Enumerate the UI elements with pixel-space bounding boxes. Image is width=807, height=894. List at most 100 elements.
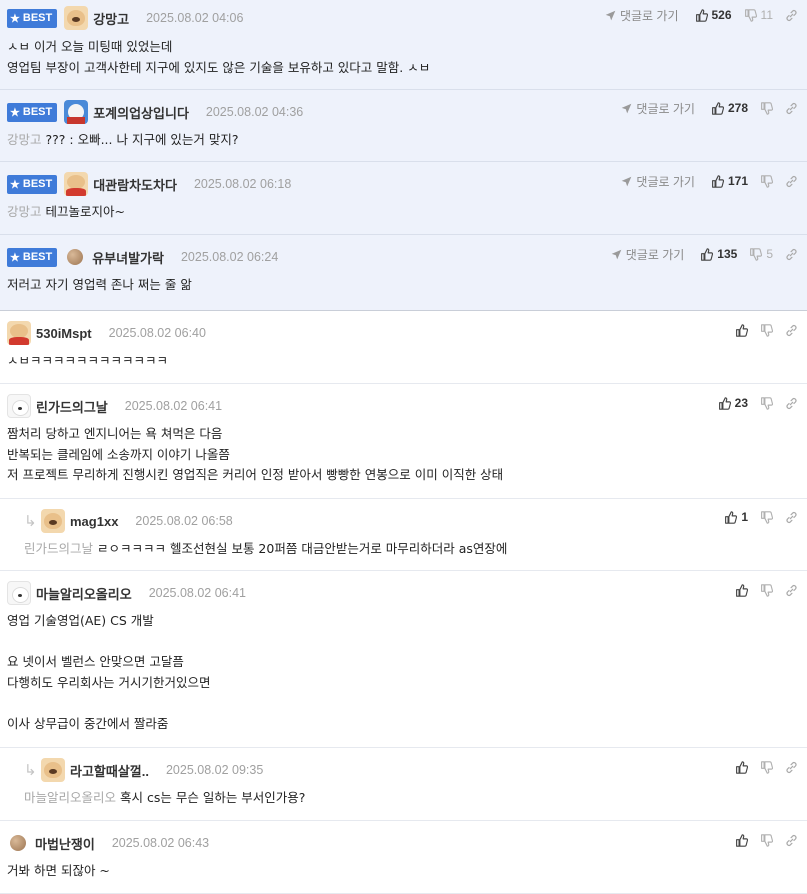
share-link-button[interactable] [785,324,798,337]
avatar[interactable] [7,581,31,605]
mention[interactable]: 강망고 [7,132,42,147]
username[interactable]: 마늘알리오올리오 [36,584,132,603]
share-link-button[interactable] [785,9,798,22]
comment-item: ★ BEST 포계의업상입니다 2025.08.02 04:36 댓글로 가기 2… [0,90,807,162]
upvote-button[interactable]: 526 [695,8,732,22]
comment-body: 린가드의그날 ㄹㅇㅋㅋㅋㅋ 헬조선현실 보통 20퍼쯤 대금안받는거로 마무리하더… [24,539,507,560]
downvote-button[interactable] [760,174,773,188]
comment-line: ㅅㅂ 이거 오늘 미팅때 있었는데 [7,39,173,54]
avatar[interactable] [10,835,26,851]
comment-date: 2025.08.02 04:06 [146,11,244,25]
mention[interactable]: 린가드의그날 [24,541,93,556]
upvote-button[interactable]: 171 [711,174,748,188]
avatar[interactable] [64,6,89,30]
upvote-button[interactable] [735,760,748,774]
go-to-reply-button[interactable]: 댓글로 가기 [611,246,684,263]
share-link-button[interactable] [785,102,798,115]
share-link-button[interactable] [785,834,798,847]
comment-actions: 댓글로 가기 278 [621,98,798,118]
username[interactable]: 마법난쟁이 [35,834,95,853]
upvote-count: 23 [734,396,748,410]
comment-item: 마법난쟁이 2025.08.02 06:43 거봐 하면 되잖아 ~ [0,821,807,894]
username[interactable]: mag1xx [70,514,118,529]
comment-line: 영업팀 부장이 고객사한테 지구에 있지도 않은 기술을 보유하고 있다고 말함… [7,59,431,75]
comment-meta: ↳ 라고할때살껄.. 2025.08.02 09:35 [24,758,264,782]
comment-text: ??? : 오빠... 나 지구에 있는거 맞지? [45,132,239,147]
go-to-reply-button[interactable]: 댓글로 가기 [621,100,695,117]
username[interactable]: 라고할때살껄.. [70,761,149,780]
downvote-button[interactable]: 5 [749,247,773,261]
star-icon: ★ [10,251,20,264]
share-link-button[interactable] [785,175,798,188]
upvote-count: 278 [727,101,748,115]
username[interactable]: 린가드의그날 [36,397,108,416]
username[interactable]: 강망고 [93,9,129,28]
link-icon [786,584,797,596]
upvote-button[interactable]: 278 [711,101,748,115]
upvote-count: 171 [727,174,748,188]
upvote-button[interactable] [735,833,748,847]
link-icon [786,248,797,260]
reply-item: ↳ 라고할때살껄.. 2025.08.02 09:35 마늘알리오올리오 혹시 c… [0,748,807,821]
downvote-button[interactable]: 11 [744,8,773,22]
send-arrow-icon [622,103,632,113]
comment-date: 2025.08.02 04:36 [205,105,304,119]
downvote-button[interactable] [760,510,773,524]
thumbs-down-icon [761,583,773,597]
comment-item: ★ BEST 유부녀발가락 2025.08.02 06:24 댓글로 가기 135… [0,235,807,311]
upvote-button[interactable] [735,583,748,597]
share-link-button[interactable] [785,761,798,774]
comment-date: 2025.08.02 09:35 [165,763,264,777]
comment-actions: 23 [706,393,798,413]
avatar[interactable] [41,509,65,533]
downvote-button[interactable] [760,101,773,115]
downvote-button[interactable] [760,396,773,410]
link-icon [786,397,797,409]
downvote-button[interactable] [760,760,773,774]
comment-actions [723,580,798,600]
downvote-button[interactable] [760,833,773,847]
go-to-reply-label: 댓글로 가기 [636,101,695,116]
downvote-button[interactable] [760,583,773,597]
comment-actions [723,320,798,340]
comment-meta: ★ BEST 대관람차도차다 2025.08.02 06:18 [7,172,291,196]
mention[interactable]: 마늘알리오올리오 [24,790,116,805]
thumbs-down-icon [744,8,757,22]
avatar[interactable] [64,100,89,124]
share-link-button[interactable] [785,397,798,410]
comment-body: 짬처리 당하고 엔지니어는 욕 쳐먹은 다음 반복되는 클레임에 소송까지 이야기… [7,424,503,486]
thumbs-down-icon [761,101,773,115]
best-label: BEST [22,178,53,190]
upvote-button[interactable]: 135 [700,247,737,261]
username[interactable]: 530iMspt [36,326,92,341]
upvote-button[interactable]: 23 [718,396,748,410]
go-to-reply-button[interactable]: 댓글로 가기 [605,7,679,24]
share-link-button[interactable] [785,584,798,597]
username[interactable]: 대관람차도차다 [93,175,177,194]
upvote-button[interactable] [735,323,748,337]
avatar[interactable] [7,321,31,345]
comment-line: 반복되는 클레임에 소송까지 이야기 나올쯤 [7,446,230,462]
comment-actions: 1 [712,507,798,527]
comment-line: 저 프로젝트 무리하게 진행시킨 영업직은 커리어 인정 받아서 빵빵한 연봉으… [7,467,504,483]
username[interactable]: 유부녀발가락 [92,248,164,267]
thumbs-up-icon [736,323,748,337]
go-to-reply-button[interactable]: 댓글로 가기 [621,173,695,190]
link-icon [786,102,797,114]
comment-text: 테끄놀로지아~ [45,204,125,219]
best-badge: ★ BEST [7,102,58,122]
downvote-button[interactable] [760,323,773,337]
mention[interactable]: 강망고 [7,204,42,219]
avatar[interactable] [67,249,84,265]
share-link-button[interactable] [785,248,798,261]
username[interactable]: 포계의업상입니다 [93,103,189,122]
upvote-button[interactable]: 1 [724,510,748,524]
comment-date: 2025.08.02 06:24 [180,250,279,264]
share-link-button[interactable] [785,511,798,524]
avatar[interactable] [7,394,31,418]
avatar[interactable] [41,758,65,782]
comment-text: 저러고 자기 영업력 존나 쩌는 줄 앎 [7,277,192,292]
avatar[interactable] [64,172,89,196]
comment-body: ㅅㅂㅋㅋㅋㅋㅋㅋㅋㅋㅋㅋㅋㅋ [7,351,168,372]
thumbs-up-icon [701,247,714,261]
